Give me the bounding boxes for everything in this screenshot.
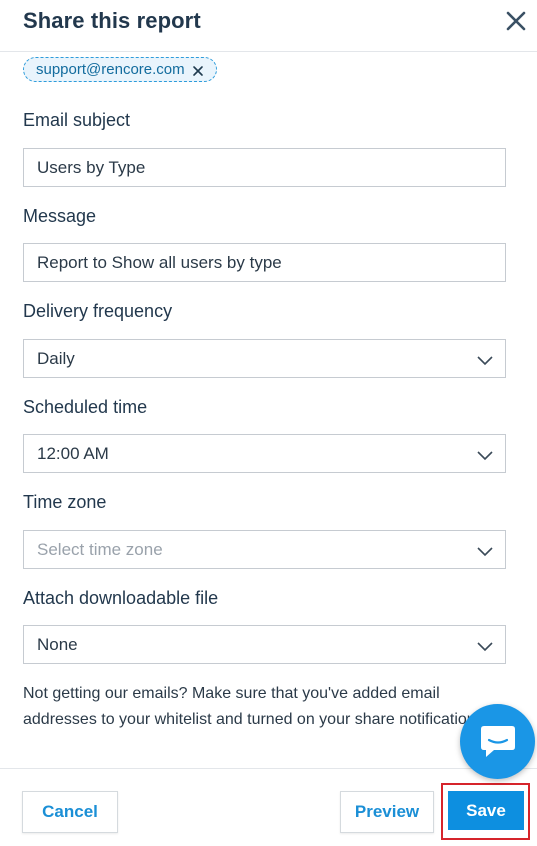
time-zone-label: Time zone [23,492,107,512]
scheduled-time-label: Scheduled time [23,397,148,417]
attach-file-select[interactable]: None [23,625,506,664]
attach-file-label: Attach downloadable file [23,588,219,608]
time-zone-placeholder: Select time zone [37,539,163,559]
chat-bubble-icon [481,726,515,757]
remove-recipient-icon[interactable] [192,64,204,76]
cancel-button[interactable]: Cancel [22,791,118,833]
delivery-frequency-select[interactable]: Daily [23,339,506,378]
preview-button[interactable]: Preview [340,791,434,833]
time-zone-select[interactable]: Select time zone [23,530,506,569]
email-subject-label: Email subject [23,110,131,130]
scheduled-time-select[interactable]: 12:00 AM [23,434,506,473]
delivery-frequency-value: Daily [37,348,75,368]
email-whitelist-note: Not getting our emails? Make sure that y… [23,681,493,733]
chat-launcher-button[interactable] [460,704,535,779]
dialog-title: Share this report [23,8,201,33]
dialog-header: Share this report [0,0,537,52]
delivery-frequency-label: Delivery frequency [23,301,173,321]
message-value: Report to Show all users by type [37,252,282,272]
note-line-1: Not getting our emails? Make sure that y… [23,685,440,702]
attach-file-value: None [37,634,78,654]
email-subject-value: Users by Type [37,157,146,177]
scheduled-time-value: 12:00 AM [37,443,109,463]
email-subject-input[interactable]: Users by Type [23,148,506,187]
message-label: Message [23,206,97,226]
recipient-chip: support@rencore.com [23,57,217,82]
chevron-down-icon [477,352,493,366]
chevron-down-icon [477,638,493,652]
message-input[interactable]: Report to Show all users by type [23,243,506,282]
save-button-highlight [441,783,530,840]
recipient-email: support@rencore.com [36,61,185,78]
close-icon[interactable] [503,8,529,34]
chevron-down-icon [477,447,493,461]
note-line-2: addresses to your whitelist and turned o… [23,711,489,728]
chevron-down-icon [477,543,493,557]
